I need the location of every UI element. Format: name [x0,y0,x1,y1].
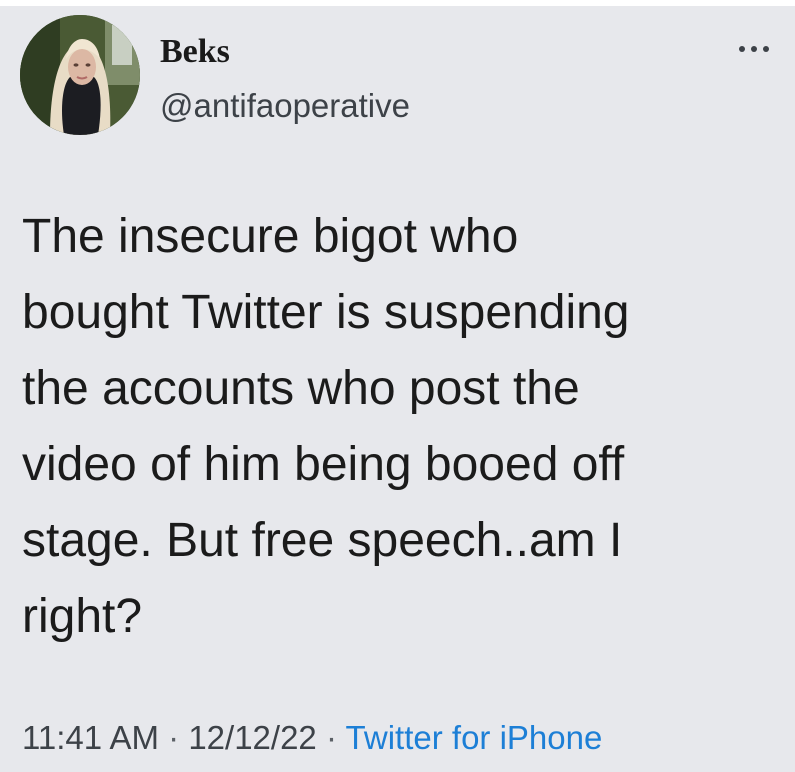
tweet-metadata: 11:41 AM · 12/12/22 · Twitter for iPhone [22,718,602,758]
avatar[interactable] [20,15,140,135]
meta-separator: · [325,719,337,756]
tweet-source-link[interactable]: Twitter for iPhone [346,719,603,756]
tweet-text: The insecure bigot who bought Twitter is… [22,210,630,643]
author-display-name[interactable]: Beks [160,32,230,72]
user-avatar-photo [20,15,140,135]
tweet-date[interactable]: 12/12/22 [188,719,316,756]
author-handle[interactable]: @antifaoperative [160,86,410,126]
meta-separator: · [168,719,180,756]
tweet-time[interactable]: 11:41 AM [22,719,159,756]
more-options-button[interactable] [732,34,776,64]
ellipsis-icon [739,46,769,52]
tweet-card: Beks @antifaoperative The insecure bigot… [0,6,795,772]
